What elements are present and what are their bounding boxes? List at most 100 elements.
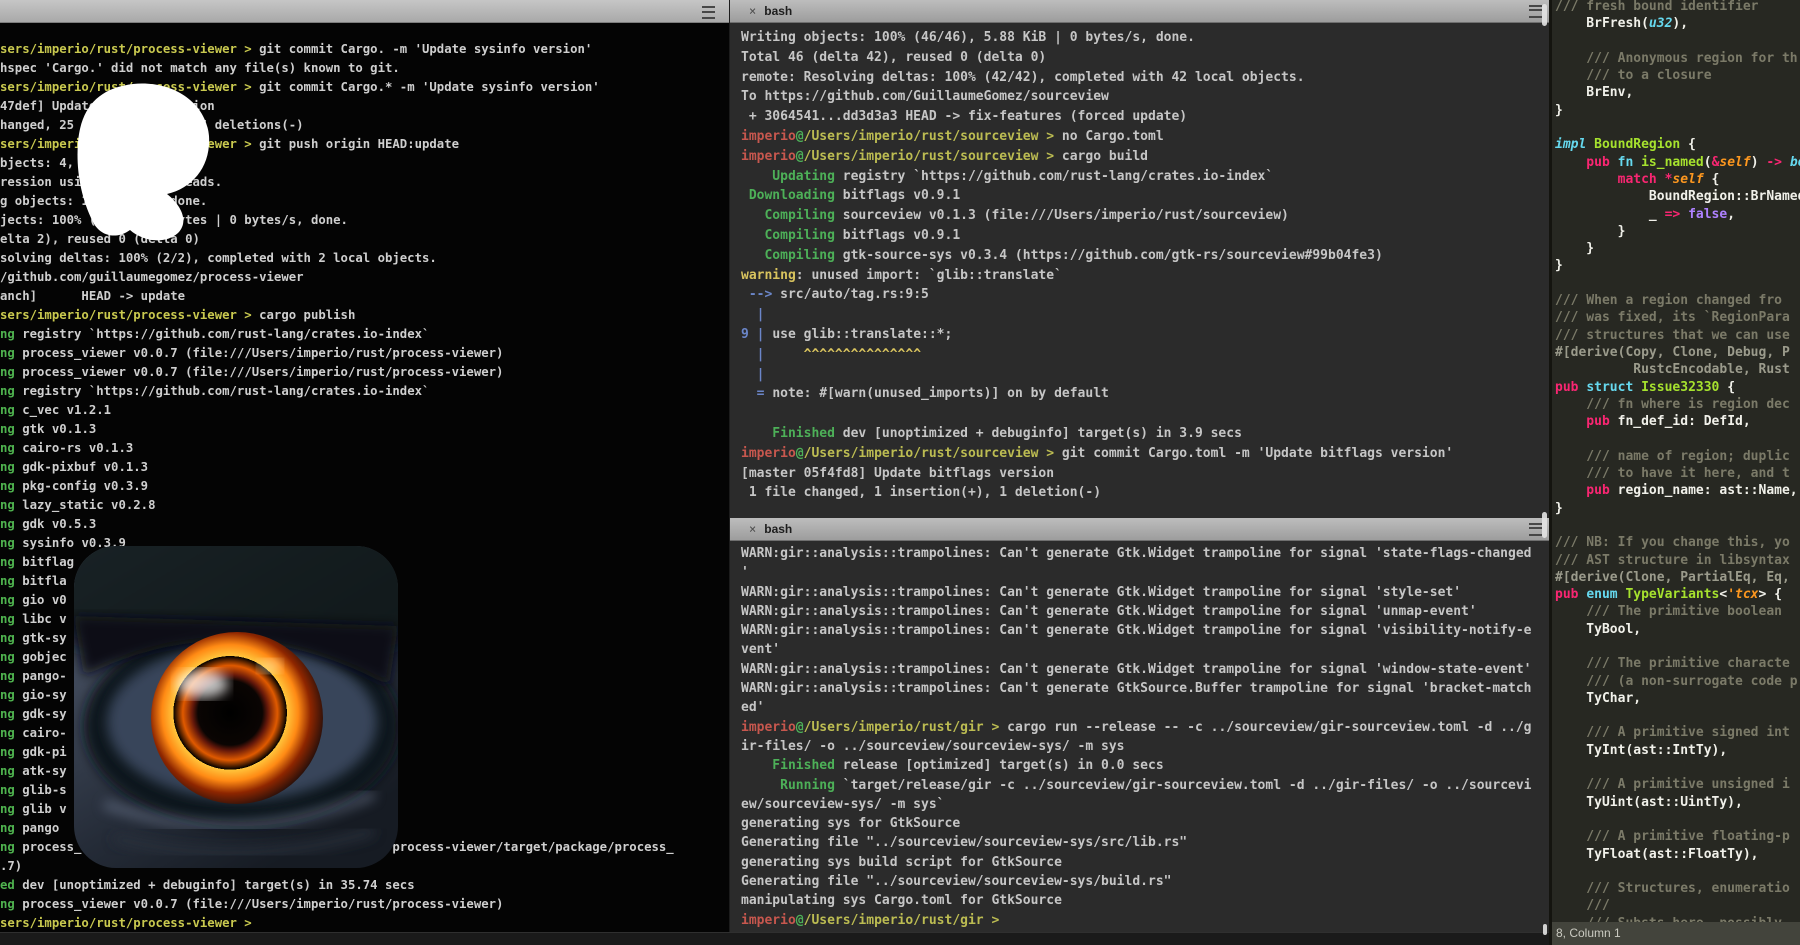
terminal-line: Running `target/release/gir -c ../source… [741,776,1546,795]
terminal-line: = note: #[warn(unused_imports)] on by de… [741,384,1546,404]
scrollbar-thumb[interactable] [1543,924,1547,935]
terminal-line: | ^^^^^^^^^^^^^^^ [741,345,1546,365]
terminal-line: ng gdk-pixbuf v0.1.3 [0,458,729,477]
terminal-line: Updating registry `https://github.com/ru… [741,167,1546,187]
terminal-line: TyFloat(ast::FloatTy), [1555,846,1800,863]
terminal-line: /// Structures, enumeratio [1555,880,1800,897]
terminal-line: WARN:gir::analysis::trampolines: Can't g… [741,621,1546,640]
terminal-line: /// fn where is region dec [1555,396,1800,413]
tab-label-bash[interactable]: bash [764,4,792,18]
terminal-line: /// A primitive floating-p [1555,828,1800,845]
terminal-line: Writing objects: 100% (46/46), 5.88 KiB … [741,28,1546,48]
terminal-line: } [1555,500,1800,517]
left-terminal-window[interactable]: sers/imperio/rust/process-viewer > git c… [0,0,729,945]
tab-label-bash[interactable]: bash [764,522,792,536]
terminal-line: sers/imperio/rust/process-viewer > cargo… [0,306,729,325]
terminal-line [1555,707,1800,724]
terminal-line: } [1555,257,1800,274]
terminal-line: ng process_viewer v0.0.7 (file:///Users/… [0,363,729,382]
terminal-line: ng registry `https://github.com/rust-lan… [0,325,729,344]
terminal-line: Total 46 (delta 42), reused 0 (delta 0) [741,48,1546,68]
terminal-line: hspec 'Cargo.' did not match any file(s)… [0,59,729,78]
terminal-line: sers/imperio/rust/process-viewer > git p… [0,135,729,154]
terminal-line: 9 | use glib::translate::*; [741,325,1546,345]
bash-tab-bottom[interactable]: × bash [730,518,1550,541]
terminal-line: ng cairo-rs v0.1.3 [0,439,729,458]
close-icon[interactable]: × [749,522,756,536]
terminal-line: pub struct Issue32330 { [1555,379,1800,396]
terminal-line: ression using up to 8 threads. [0,173,729,192]
terminal-line: /// Anonymous region for th [1555,50,1800,67]
terminal-line: Downloading bitflags v0.9.1 [741,186,1546,206]
terminal-line: /// to a closure [1555,67,1800,84]
terminal-line: WARN:gir::analysis::trampolines: Can't g… [741,679,1546,698]
cursor-position-label: 8, Column 1 [1556,926,1621,940]
editor-status-bar: 8, Column 1 [1552,922,1800,945]
terminal-line: 47def] Update sysinfo version [0,97,729,116]
terminal-line: --> src/auto/tag.rs:9:5 [741,285,1546,305]
terminal-line: impl BoundRegion { [1555,136,1800,153]
scrollbar-thumb[interactable] [1542,4,1547,26]
terminal-line: WARN:gir::analysis::trampolines: Can't g… [741,602,1546,621]
terminal-line: | [741,365,1546,385]
code-editor-window[interactable]: /// fresh bound identifier BrFresh(u32),… [1549,0,1800,945]
terminal-line: _ => false, [1555,206,1800,223]
terminal-line: [master 05f4fd8] Update bitflags version [741,464,1546,484]
desktop: sers/imperio/rust/process-viewer > git c… [0,0,1800,945]
terminal-line: /// to have it here, and t [1555,465,1800,482]
terminal-line: Finished dev [unoptimized + debuginfo] t… [741,424,1546,444]
terminal-line: RustcEncodable, Rust [1555,361,1800,378]
terminal-line: TyChar, [1555,690,1800,707]
terminal-line: TyUint(ast::UintTy), [1555,794,1800,811]
terminal-line: pub enum TypeVariants<'tcx> { [1555,586,1800,603]
terminal-line: #[derive(Copy, Clone, Debug, P [1555,344,1800,361]
terminal-line: To https://github.com/GuillaumeGomez/sou… [741,87,1546,107]
terminal-line: sers/imperio/rust/process-viewer > git c… [0,40,729,59]
terminal-line: match *self { [1555,171,1800,188]
close-icon[interactable]: × [749,4,756,18]
left-terminal-titlebar[interactable] [0,0,729,23]
terminal-line: /// A primitive signed int [1555,724,1800,741]
terminal-line: imperio@/Users/imperio/rust/gir > [741,911,1546,930]
terminal-line: ew/sourceview-sys/ -m sys` [741,795,1546,814]
fiery-eye-picture [74,546,398,868]
terminal-line: vent' [741,640,1546,659]
terminal-line: Compiling gtk-source-sys v0.3.4 (https:/… [741,246,1546,266]
terminal-line: /// name of region; duplic [1555,448,1800,465]
terminal-line: TyBool, [1555,621,1800,638]
terminal-line: anch] HEAD -> update [0,287,729,306]
terminal-line: manipulating sys Cargo.toml for GtkSourc… [741,891,1546,910]
terminal-line: Finished release [optimized] target(s) i… [741,756,1546,775]
terminal-line: /// (a non-surrogate code p [1555,673,1800,690]
terminal-line: /// A primitive unsigned i [1555,776,1800,793]
scrollbar-thumb[interactable] [1542,512,1547,538]
terminal-line: imperio@/Users/imperio/rust/sourceview >… [741,147,1546,167]
terminal-line [1555,863,1800,880]
hamburger-icon[interactable] [1529,523,1542,536]
terminal-line: WARN:gir::analysis::trampolines: Can't g… [741,583,1546,602]
terminal-line: WARN:gir::analysis::trampolines: Can't g… [741,660,1546,679]
terminal-line: imperio@/Users/imperio/rust/gir > cargo … [741,718,1546,737]
terminal-line: | [741,305,1546,325]
terminal-line: BrFresh(u32), [1555,15,1800,32]
terminal-line: ir-files/ -o ../sourceview/sourceview-sy… [741,737,1546,756]
terminal-line: generating sys build script for GtkSourc… [741,853,1546,872]
hamburger-icon[interactable] [702,6,715,19]
terminal-output-bottom[interactable]: WARN:gir::analysis::trampolines: Can't g… [741,544,1546,930]
terminal-line: Generating file "../sourceview/sourcevie… [741,833,1546,852]
terminal-output-top[interactable]: Writing objects: 100% (46/46), 5.88 KiB … [741,28,1546,503]
terminal-line: } [1555,102,1800,119]
terminal-line: Compiling bitflags v0.9.1 [741,226,1546,246]
terminal-line: BoundRegion::BrNamed [1555,188,1800,205]
terminal-line: ng lazy_static v0.2.8 [0,496,729,515]
terminal-line [741,404,1546,424]
editor-code[interactable]: /// fresh bound identifier BrFresh(u32),… [1555,0,1800,932]
bash-tab-top[interactable]: × bash [730,0,1550,23]
terminal-line: ng gtk v0.1.3 [0,420,729,439]
terminal-line [1555,275,1800,292]
terminal-line: Compiling sourceview v0.1.3 (file:///Use… [741,206,1546,226]
terminal-line: ed dev [unoptimized + debuginfo] target(… [0,876,729,895]
terminal-line: ng process_viewer v0.0.7 (file:///Users/… [0,344,729,363]
terminal-line: /// fresh bound identifier [1555,0,1800,15]
hamburger-icon[interactable] [1529,5,1542,18]
